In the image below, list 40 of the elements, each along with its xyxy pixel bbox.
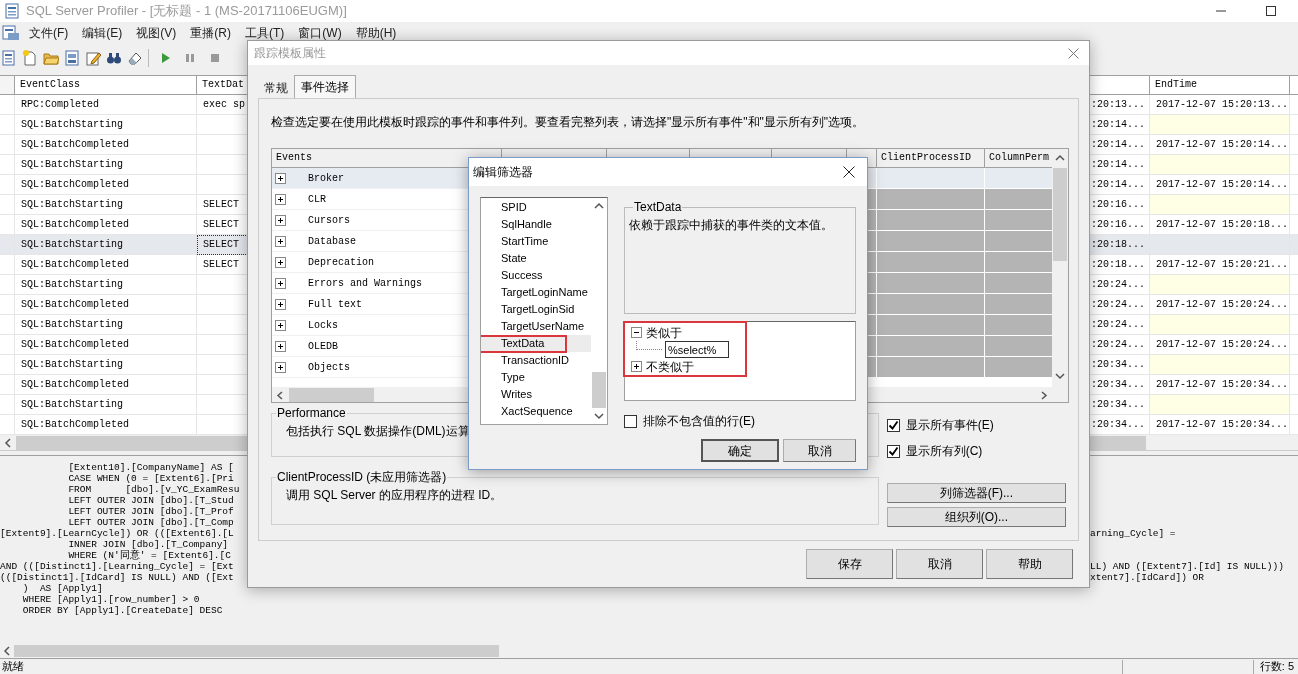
code-line: xtent7].[IdCard]) OR [1090, 572, 1205, 583]
code-line: LEFT OUTER JOIN [dbo].[T_Stud [67, 495, 234, 506]
group-title: TextData [633, 199, 683, 216]
code-line: ORDER BY [Apply1].[CreateDate] DESC [21, 605, 223, 616]
event-name: Objects [308, 360, 350, 375]
event-name: Locks [308, 318, 338, 333]
event-name: OLEDB [308, 339, 338, 354]
code-line: (([Distinct1].[IdCard] IS NULL) AND ([Ext [0, 572, 234, 583]
code-line: [Extent9].[LearnCycle]) OR (([Extent6].[L [0, 528, 234, 539]
code-line: ) AS [Apply1] [21, 583, 103, 594]
checkbox-label: 显示所有事件(E) [905, 417, 994, 434]
checkbox-label: 排除不包含值的行(E) [643, 413, 755, 430]
code-line: WHERE (N'同意' = [Extent6].[C [67, 550, 231, 561]
code-line: arning_Cycle] = [1090, 528, 1176, 539]
code-line: INNER JOIN [dbo].[T_Company] [67, 539, 229, 550]
event-name: Errors and Warnings [308, 276, 423, 291]
event-name: Full text [308, 297, 362, 312]
code-line: LEFT OUTER JOIN [dbo].[T_Comp [67, 517, 234, 528]
code-line: LL) AND ([Extent7].[Id] IS NULL))) [1090, 561, 1284, 572]
dialog-title: 跟踪模板属性 [254, 45, 326, 62]
code-line: [Extent10].[CompanyName] AS [ [67, 462, 234, 473]
event-name: Broker [308, 171, 344, 186]
event-name: CLR [308, 192, 326, 207]
status-text: 就绪 [1, 659, 24, 674]
event-name: Deprecation [308, 255, 374, 270]
group-text: 依赖于跟踪中捕获的事件类的文本值。 [629, 217, 834, 234]
code-line: CASE WHEN (0 = [Extent6].[Pri [67, 473, 234, 484]
row-count: 行数: 5 [1258, 659, 1295, 674]
checkbox-label: 显示所有列(C) [905, 443, 983, 460]
code-line: LEFT OUTER JOIN [dbo].[T_Prof [67, 506, 234, 517]
code-line: AND (([Distinct1].[Learning_Cycle] = [Ext [0, 561, 234, 572]
group-title: ClientProcessID (未应用筛选器) [276, 469, 448, 486]
event-name: Database [308, 234, 356, 249]
window-title: SQL Server Profiler - [无标题 - 1 (MS-20171106EUGM)] [26, 2, 347, 21]
code-line: WHERE [Apply1].[row_number] > 0 [21, 594, 200, 605]
event-name: Cursors [308, 213, 350, 228]
code-line: FROM [dbo].[v_YC_ExamResu [67, 484, 240, 495]
instruction-text: 检查选定要在使用此模板时跟踪的事件和事件列。要查看完整列表，请选择"显示所有事件"和"显示所有列"选项。 [271, 114, 865, 131]
group-text: 调用 SQL Server 的应用程序的进程 ID。 [286, 487, 504, 504]
group-title: Performance [276, 405, 347, 422]
